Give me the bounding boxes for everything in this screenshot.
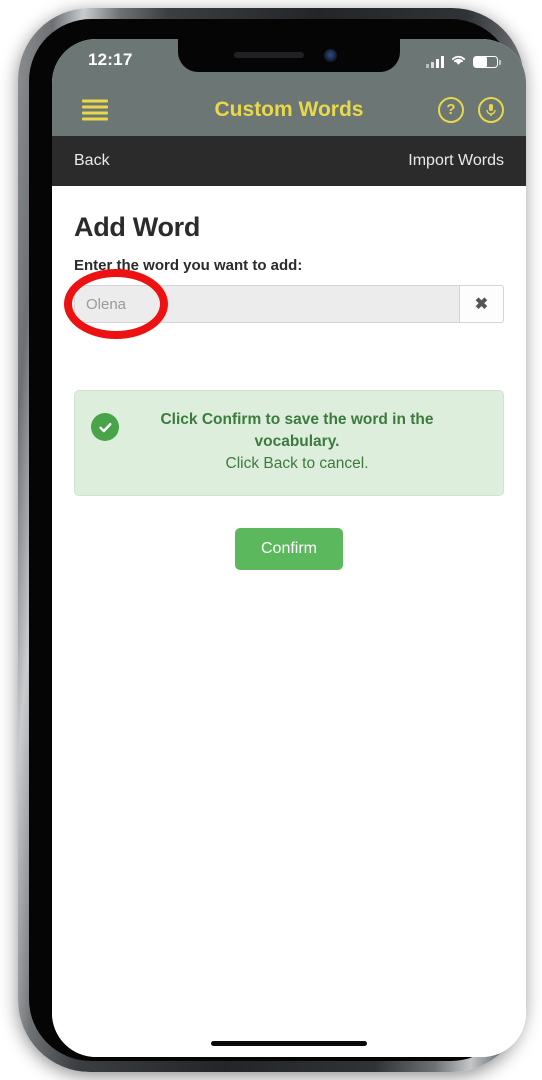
back-button[interactable]: Back	[74, 152, 110, 170]
info-alert: Click Confirm to save the word in the vo…	[74, 390, 504, 496]
check-circle-icon	[91, 413, 119, 441]
home-indicator[interactable]	[211, 1041, 367, 1046]
cellular-bars-icon	[426, 56, 444, 68]
phone-screen: 12:17 Custom Words ? Back Import Words A…	[52, 39, 526, 1057]
status-indicators	[426, 53, 501, 71]
status-time: 12:17	[88, 50, 133, 69]
hamburger-menu-icon[interactable]	[82, 96, 108, 123]
wifi-icon	[450, 53, 467, 71]
confirm-button[interactable]: Confirm	[234, 528, 343, 570]
clear-input-button[interactable]: ✖	[459, 285, 504, 323]
notch	[178, 39, 400, 72]
speaker-grille-icon	[234, 52, 304, 58]
front-camera-icon	[324, 49, 337, 62]
import-words-button[interactable]: Import Words	[408, 152, 504, 170]
word-input-group: ✖	[64, 269, 504, 339]
alert-text: Click Confirm to save the word in the vo…	[133, 409, 487, 475]
help-circle-icon[interactable]: ?	[438, 96, 464, 123]
alert-primary-text: Click Confirm to save the word in the vo…	[160, 411, 434, 450]
word-input-label: Enter the word you want to add:	[74, 257, 303, 274]
microphone-circle-icon[interactable]	[478, 96, 504, 123]
word-input[interactable]	[74, 285, 459, 323]
app-title-bar: Custom Words ?	[52, 83, 526, 136]
sub-navigation-bar: Back Import Words	[52, 136, 526, 186]
section-heading: Add Word	[74, 212, 201, 242]
battery-icon	[473, 56, 501, 68]
title-bar-actions: ?	[438, 96, 504, 123]
main-content: Add Word Enter the word you want to add:…	[52, 212, 526, 1057]
confirm-button-wrapper: Confirm	[74, 528, 504, 570]
alert-secondary-text: Click Back to cancel.	[225, 455, 369, 472]
phone-frame: 12:17 Custom Words ? Back Import Words A…	[18, 8, 526, 1072]
